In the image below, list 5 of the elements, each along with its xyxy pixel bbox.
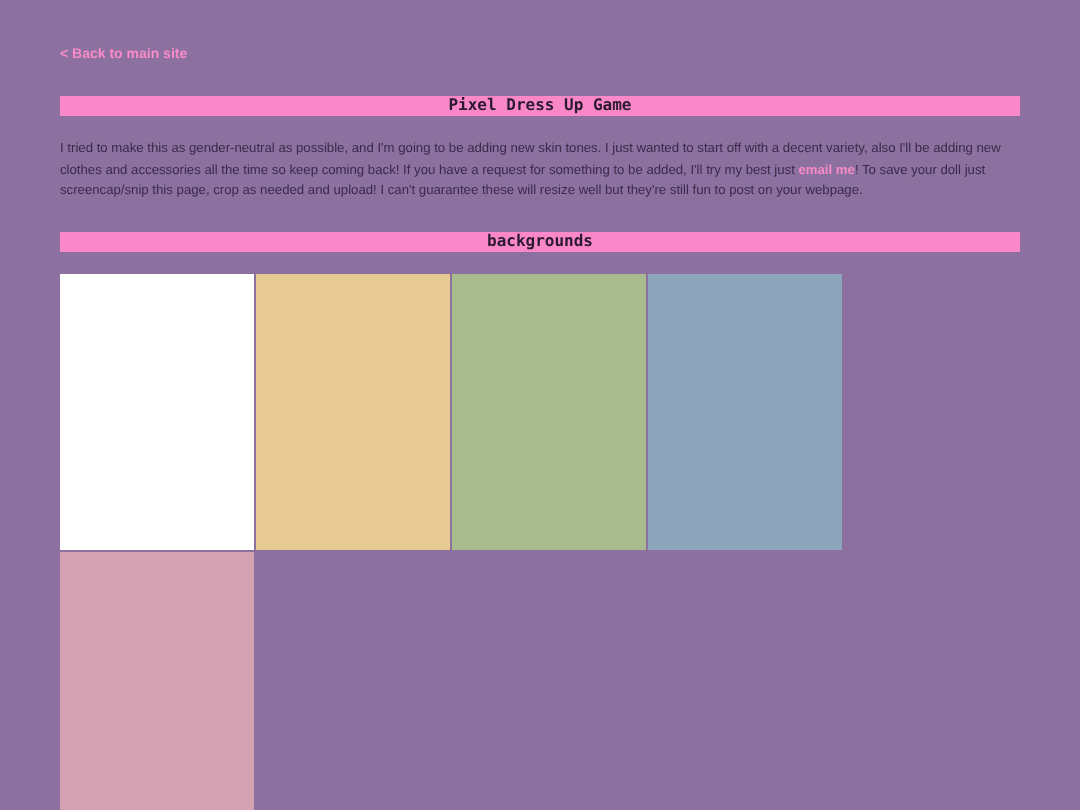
page-title: Pixel Dress Up Game (60, 96, 1020, 116)
section-title: backgrounds (60, 231, 1020, 251)
background-swatch[interactable] (648, 273, 842, 549)
background-swatch[interactable] (256, 273, 450, 549)
background-swatch[interactable] (452, 273, 646, 549)
